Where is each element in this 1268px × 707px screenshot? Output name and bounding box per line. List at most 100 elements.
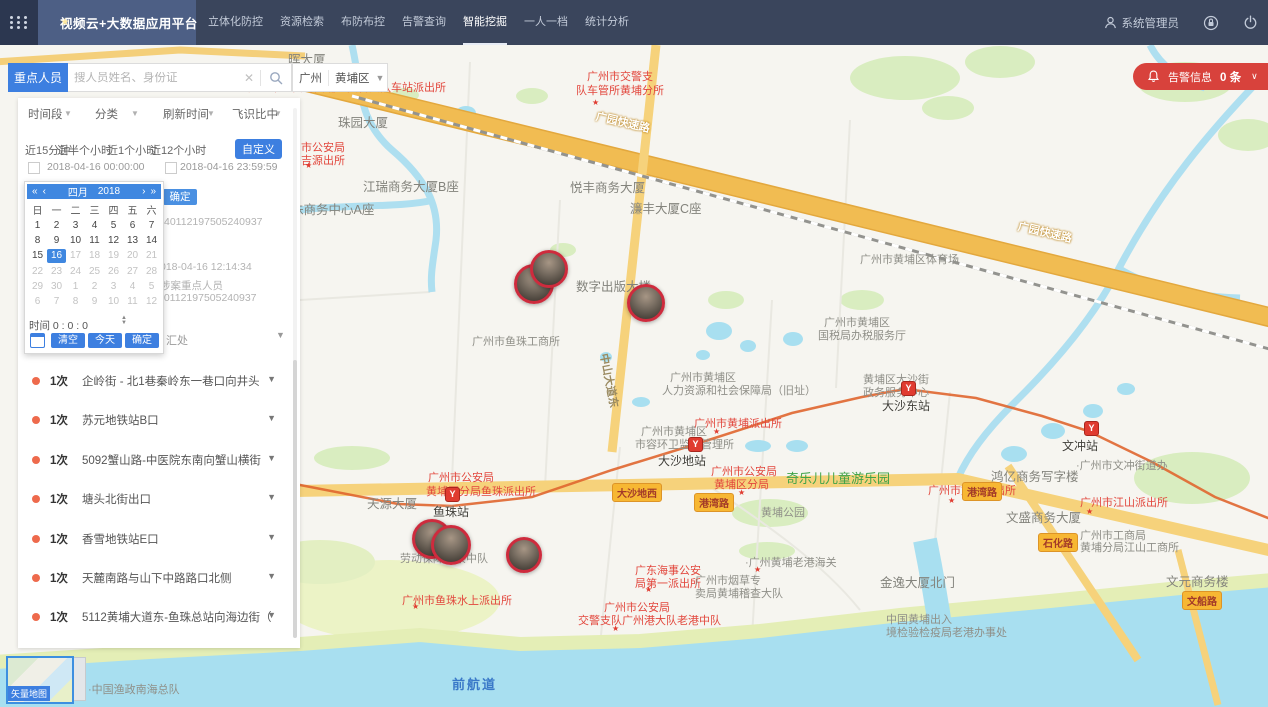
calendar-day[interactable]: 5 <box>104 219 123 233</box>
quick-range-button[interactable]: 自定义 <box>235 139 282 159</box>
date-end-input[interactable]: 2018-04-16 23:59:59 <box>180 161 278 173</box>
person-photo-marker[interactable] <box>627 284 665 322</box>
scrollbar-thumb[interactable] <box>293 360 297 638</box>
calendar-day[interactable]: 11 <box>123 295 142 309</box>
calendar-day[interactable]: 25 <box>85 265 104 279</box>
calendar-day[interactable]: 21 <box>142 249 161 263</box>
calendar-day[interactable]: 29 <box>28 280 47 294</box>
time-stepper[interactable]: ▲▼ <box>121 316 127 326</box>
calendar-day[interactable]: 8 <box>28 234 47 248</box>
list-item[interactable]: 1次天麓南路与山下中路路口北侧▼ <box>18 569 300 591</box>
date-end-checkbox[interactable] <box>165 162 177 174</box>
calendar-day[interactable]: 1 <box>66 280 85 294</box>
quick-range-button[interactable]: 近半个小时 <box>57 142 112 158</box>
nav-item[interactable]: 立体化防控 <box>208 0 263 45</box>
calendar-day[interactable]: 4 <box>85 219 104 233</box>
filter-dropdown[interactable]: 时间段 <box>28 106 63 122</box>
chevron-down-icon[interactable]: ▼ <box>267 453 276 463</box>
list-item[interactable]: 1次香雪地铁站E口▼ <box>18 530 300 552</box>
date-start-checkbox[interactable] <box>28 162 40 174</box>
metro-station-icon[interactable]: Y <box>1084 421 1099 436</box>
date-start-input[interactable]: 2018-04-16 00:00:00 <box>47 161 145 173</box>
next-month-icon[interactable]: › <box>142 186 145 197</box>
chevron-down-icon[interactable]: ▼ <box>267 374 276 384</box>
metro-station-icon[interactable]: Y <box>688 437 703 452</box>
chevron-down-icon[interactable]: ∨ <box>1251 71 1258 82</box>
calendar-day[interactable]: 19 <box>104 249 123 263</box>
calendar-day[interactable]: 1 <box>28 219 47 233</box>
calendar-day[interactable]: 24 <box>66 265 85 279</box>
alert-bar[interactable]: 告警信息 0 条 ∨ <box>1133 63 1268 90</box>
list-item[interactable]: 1次5092蟹山路-中医院东南向蟹山横街▼ <box>18 451 300 473</box>
search-input[interactable] <box>68 72 238 84</box>
calendar-day[interactable]: 10 <box>66 234 85 248</box>
metro-station-icon[interactable]: Y <box>901 381 916 396</box>
nav-item[interactable]: 智能挖掘 <box>463 0 507 45</box>
calendar-day[interactable]: 6 <box>123 219 142 233</box>
prev-month-icon[interactable]: ‹ <box>43 186 46 197</box>
next-year-icon[interactable]: » <box>150 186 156 197</box>
calendar-grid-icon[interactable] <box>30 333 45 348</box>
filter-dropdown[interactable]: 飞识比中 <box>232 106 278 122</box>
calendar-day[interactable]: 10 <box>104 295 123 309</box>
chevron-down-icon[interactable]: ▼ <box>267 610 276 620</box>
calendar-day[interactable]: 30 <box>47 280 66 294</box>
calendar-day[interactable]: 6 <box>28 295 47 309</box>
calendar-day[interactable]: 22 <box>28 265 47 279</box>
power-icon[interactable] <box>1243 15 1258 30</box>
list-item[interactable]: 1次塘头北街出口▼ <box>18 490 300 512</box>
quick-range-button[interactable]: 近12个小时 <box>150 142 206 158</box>
person-photo-marker[interactable] <box>530 250 568 288</box>
calendar-day[interactable]: 7 <box>142 219 161 233</box>
person-photo-marker[interactable] <box>506 537 542 573</box>
chevron-down-icon[interactable]: ▼ <box>276 330 285 340</box>
minimap-switcher[interactable]: 矢量地图 <box>6 655 90 702</box>
nav-item[interactable]: 一人一档 <box>524 0 568 45</box>
region-selector[interactable]: 广州 黄埔区 ▼ <box>292 63 388 92</box>
calendar-day[interactable]: 20 <box>123 249 142 263</box>
chevron-down-icon[interactable]: ▼ <box>267 532 276 542</box>
chevron-down-icon[interactable]: ▼ <box>267 571 276 581</box>
confirm-button[interactable]: 确定 <box>163 189 197 205</box>
calendar-month[interactable]: 四月 <box>68 184 88 199</box>
chevron-down-icon[interactable]: ▼ <box>267 492 276 502</box>
calendar-day[interactable]: 11 <box>85 234 104 248</box>
calendar-day[interactable]: 28 <box>142 265 161 279</box>
calendar-day[interactable]: 17 <box>66 249 85 263</box>
calendar-day[interactable]: 4 <box>123 280 142 294</box>
calendar-day[interactable]: 8 <box>66 295 85 309</box>
prev-year-icon[interactable]: « <box>32 186 38 197</box>
calendar-day[interactable]: 23 <box>47 265 66 279</box>
nav-item[interactable]: 资源检索 <box>280 0 324 45</box>
user-account[interactable]: 系统管理员 <box>1104 15 1180 31</box>
tab-key-person[interactable]: 重点人员 <box>8 63 68 92</box>
security-lock-icon[interactable] <box>1203 15 1219 31</box>
nav-item[interactable]: 告警查询 <box>402 0 446 45</box>
list-item[interactable]: 1次5112黄埔大道东-鱼珠总站向海边街（全）▼ <box>18 608 300 630</box>
metro-station-icon[interactable]: Y <box>445 487 460 502</box>
calendar-day[interactable]: 14 <box>142 234 161 248</box>
calendar-day[interactable]: 3 <box>66 219 85 233</box>
calendar-day[interactable]: 12 <box>104 234 123 248</box>
calendar-day[interactable]: 12 <box>142 295 161 309</box>
chevron-down-icon[interactable]: ▼ <box>267 413 276 423</box>
calendar-day[interactable]: 7 <box>47 295 66 309</box>
calendar-today-button[interactable]: 今天 <box>88 333 122 348</box>
nav-item[interactable]: 布防布控 <box>341 0 385 45</box>
person-photo-marker[interactable] <box>431 525 471 565</box>
calendar-day[interactable]: 2 <box>47 219 66 233</box>
app-launcher-grid-icon[interactable] <box>0 0 38 45</box>
calendar-day[interactable]: 5 <box>142 280 161 294</box>
calendar-clear-button[interactable]: 清空 <box>51 333 85 348</box>
calendar-day[interactable]: 2 <box>85 280 104 294</box>
calendar-day[interactable]: 18 <box>85 249 104 263</box>
calendar-day[interactable]: 16 <box>47 249 66 263</box>
clear-icon[interactable]: ✕ <box>238 71 260 85</box>
list-item[interactable]: 1次苏元地铁站B口▼ <box>18 411 300 433</box>
calendar-day[interactable]: 9 <box>85 295 104 309</box>
calendar-day[interactable]: 3 <box>104 280 123 294</box>
search-icon[interactable] <box>261 71 291 85</box>
calendar-day[interactable]: 13 <box>123 234 142 248</box>
list-item[interactable]: 1次企岭街 - 北1巷秦岭东一巷口向井头▼ <box>18 372 300 394</box>
filter-dropdown[interactable]: 刷新时间 <box>163 106 209 122</box>
